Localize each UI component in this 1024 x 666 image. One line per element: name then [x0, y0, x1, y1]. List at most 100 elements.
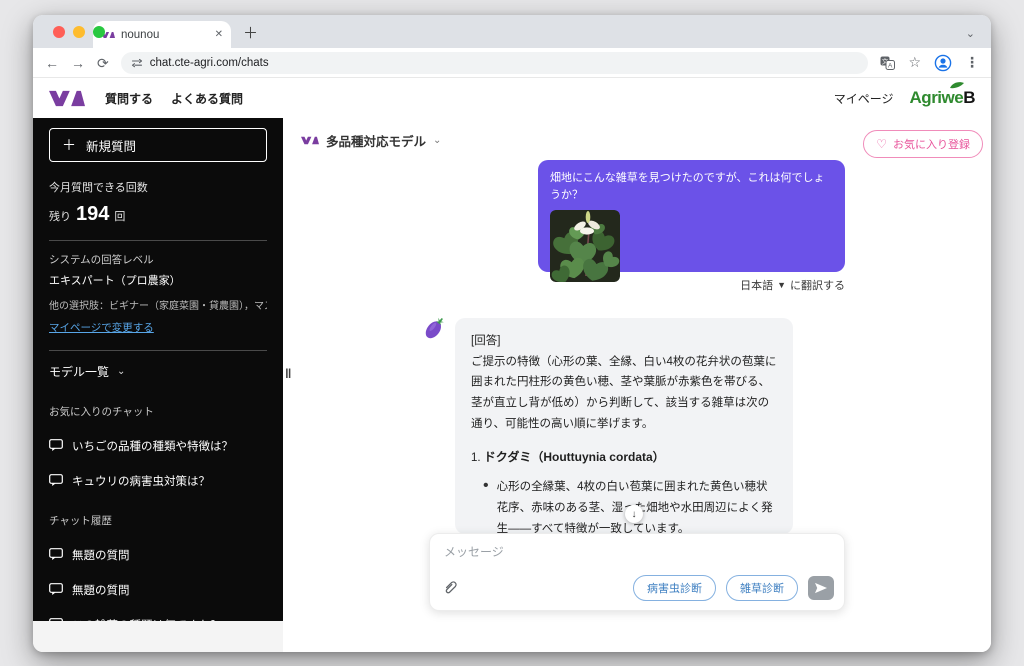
user-message-bubble: 畑地にこんな雑草を見つけたのですが、これは何でしょうか？: [538, 160, 845, 272]
scroll-to-bottom-button[interactable]: ↓: [625, 505, 643, 523]
quota-count: 194: [76, 203, 109, 226]
model-list-label: モデル一覧: [49, 363, 109, 380]
header-right: マイページ Agriwe B: [834, 88, 975, 108]
pest-diagnosis-button[interactable]: 病害虫診断: [633, 575, 716, 601]
app-header: 質問する よくある質問 マイページ Agriwe B: [33, 78, 991, 118]
chat-item-label: いちごの品種の種類や特徴は？: [72, 438, 233, 454]
address-bar[interactable]: chat.cte-agri.com/chats: [121, 52, 869, 74]
species-name: ドクダミ（Houttuynia cordata）: [484, 450, 665, 464]
divider: [49, 240, 267, 241]
bookmark-star-icon[interactable]: ☆: [908, 54, 921, 71]
nav-ask-question[interactable]: 質問する: [105, 90, 153, 107]
plus-icon: ＋: [62, 135, 76, 155]
message-input[interactable]: [444, 545, 824, 559]
chevron-down-icon: ⌄: [433, 135, 441, 146]
quota-suffix: 回: [114, 208, 125, 224]
browser-action-icons: 文 A ☆ ⋮: [880, 54, 979, 72]
browser-window: nounou ✕ ＋ ⌄ ← → ⟳ chat.cte-agri.com/cha…: [33, 15, 991, 652]
maximize-window-button[interactable]: [93, 26, 105, 38]
favorite-chat-item[interactable]: いちごの品種の種類や特徴は？: [49, 438, 267, 454]
model-selector[interactable]: 多品種対応モデル ⌄: [301, 131, 441, 150]
message-composer: 病害虫診断 雑草診断: [429, 533, 845, 611]
reload-button[interactable]: ⟳: [97, 56, 109, 70]
attach-file-button[interactable]: [442, 580, 457, 596]
menu-kebab-icon[interactable]: ⋮: [965, 54, 979, 71]
down-arrow-icon: ↓: [632, 509, 637, 520]
window-controls: [53, 26, 105, 38]
weed-diagnosis-button[interactable]: 雑草診断: [726, 575, 798, 601]
tab-title: nounou: [121, 29, 209, 41]
close-window-button[interactable]: [53, 26, 65, 38]
chat-item-label: キュウリの病害虫対策は？: [72, 473, 210, 489]
translate-suffix: に翻訳する: [790, 277, 845, 293]
app-logo[interactable]: [49, 90, 85, 107]
chat-main: ‖ 多品種対応モデル ⌄ ♡ お気に入り登録 畑地にこんな雑草を見つけたのですが…: [283, 118, 991, 652]
new-tab-button[interactable]: ＋: [243, 22, 258, 43]
translate-control[interactable]: 日本語 ▼ に翻訳する: [740, 277, 845, 293]
paperclip-icon: [442, 580, 457, 596]
page-content: ＋ 新規質問 今月質問できる回数 残り 194 回 システムの回答レベル エキス…: [33, 118, 991, 652]
answer-level-value: エキスパート（プロ農家）: [49, 272, 267, 288]
model-logo-icon: [301, 136, 319, 145]
model-name: 多品種対応モデル: [326, 131, 426, 150]
bullet-icon: •: [483, 477, 489, 534]
species-bullet: • 心形の全縁葉、4枚の白い苞葉に囲まれた黄色い穂状花序、赤味のある茎、湿った畑…: [471, 477, 777, 534]
tab-search-chevron-icon[interactable]: ⌄: [966, 27, 975, 40]
sidebar: ＋ 新規質問 今月質問できる回数 残り 194 回 システムの回答レベル エキス…: [33, 118, 283, 621]
history-section-label: チャット履歴: [49, 513, 267, 528]
history-chat-item[interactable]: 無題の質問: [49, 547, 267, 563]
quota-prefix: 残り: [49, 208, 71, 224]
chat-bubble-icon: [49, 548, 63, 561]
chat-bubble-icon: [49, 439, 63, 452]
profile-icon[interactable]: [934, 54, 952, 72]
tab-close-icon[interactable]: ✕: [215, 29, 223, 40]
history-chat-item[interactable]: 無題の質問: [49, 582, 267, 598]
assistant-answer-label: [回答]: [471, 331, 777, 352]
agriweb-logo[interactable]: Agriwe B: [910, 88, 975, 108]
chat-item-label: 無題の質問: [72, 547, 130, 563]
history-chat-item[interactable]: この雑草の種類は何ですか？: [49, 617, 267, 621]
favorite-chat-item[interactable]: キュウリの病害虫対策は？: [49, 473, 267, 489]
attached-plant-photo[interactable]: [550, 210, 620, 282]
new-question-button[interactable]: ＋ 新規質問: [49, 128, 267, 162]
quota-remaining: 残り 194 回: [49, 203, 267, 226]
answer-level-label: システムの回答レベル: [49, 253, 267, 269]
send-plane-icon: [815, 582, 827, 594]
site-settings-icon[interactable]: [131, 57, 143, 69]
user-message-text: 畑地にこんな雑草を見つけたのですが、これは何でしょうか？: [550, 170, 833, 203]
translate-language[interactable]: 日本語: [740, 277, 773, 293]
minimize-window-button[interactable]: [73, 26, 85, 38]
caret-down-icon: ▼: [777, 280, 786, 290]
translate-icon[interactable]: 文 A: [880, 56, 895, 70]
brand-text-dark: B: [963, 88, 975, 108]
send-button[interactable]: [808, 576, 834, 600]
nav-faq[interactable]: よくある質問: [171, 90, 243, 107]
chat-bubble-icon: [49, 474, 63, 487]
quota-label: 今月質問できる回数: [49, 179, 267, 195]
forward-button[interactable]: →: [71, 56, 85, 70]
browser-toolbar: ← → ⟳ chat.cte-agri.com/chats 文 A ☆ ⋮: [33, 48, 991, 78]
chat-bubble-icon: [49, 618, 63, 621]
model-list-toggle[interactable]: モデル一覧 ⌄: [49, 363, 267, 380]
assistant-intro-text: ご提示の特徴（心形の葉、全縁、白い4枚の花弁状の苞葉に囲まれた円柱形の黄色い穂、…: [471, 352, 777, 435]
answer-level-options: 他の選択肢：ビギナー（家庭菜園・貸農園），マスター…: [49, 297, 267, 312]
mypage-link[interactable]: マイページ: [834, 90, 894, 107]
svg-text:A: A: [888, 62, 893, 69]
change-level-link[interactable]: マイページで変更する: [49, 320, 154, 335]
divider: [49, 350, 267, 351]
brand-text-green: Agriwe: [910, 88, 964, 107]
quick-action-buttons: 病害虫診断 雑草診断: [633, 575, 798, 601]
favorite-register-button[interactable]: ♡ お気に入り登録: [863, 130, 983, 158]
new-question-label: 新規質問: [86, 136, 136, 155]
browser-tab[interactable]: nounou ✕: [93, 21, 231, 48]
sidebar-resize-handle[interactable]: ‖: [285, 366, 291, 381]
browser-tabstrip: nounou ✕ ＋ ⌄: [33, 15, 991, 48]
species-list-item: 1. ドクダミ（Houttuynia cordata）: [471, 448, 777, 465]
leaf-icon: [949, 81, 965, 89]
chat-item-label: 無題の質問: [72, 582, 130, 598]
header-nav: 質問する よくある質問: [105, 90, 243, 107]
chat-bubble-icon: [49, 583, 63, 596]
back-button[interactable]: ←: [45, 56, 59, 70]
chat-item-label: この雑草の種類は何ですか？: [72, 617, 222, 621]
assistant-message-bubble: [回答] ご提示の特徴（心形の葉、全縁、白い4枚の花弁状の苞葉に囲まれた円柱形の…: [455, 318, 793, 534]
